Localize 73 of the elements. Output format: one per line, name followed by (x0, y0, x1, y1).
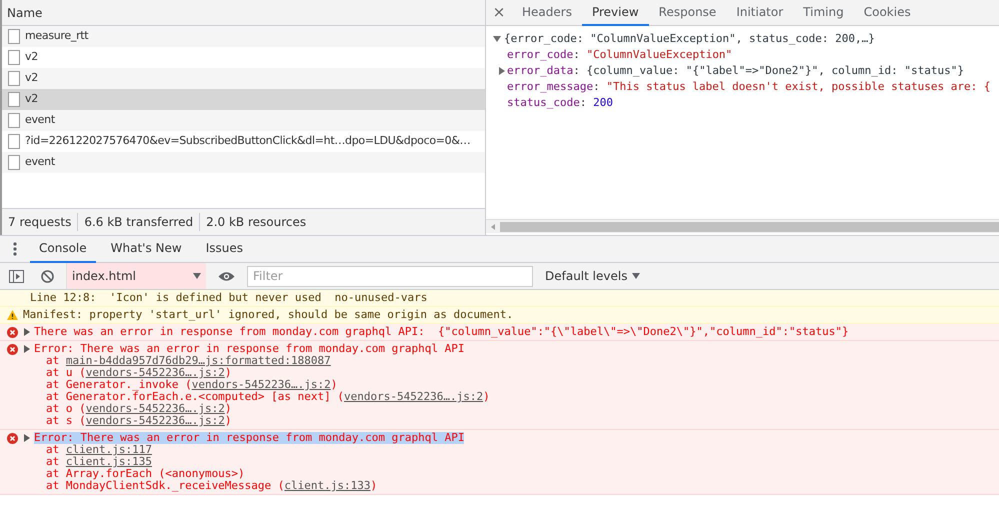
stack-frame: at main-b4dda957d76db29…js:formatted:188087 (23, 355, 490, 367)
horizontal-scrollbar[interactable] (486, 219, 999, 233)
console-message: There was an error in response from monday.com graphql API: {"column_value":"{\"label\"=>\"Done2\"}","column_id":"status"} (34, 326, 849, 338)
eye-icon[interactable] (218, 270, 235, 282)
more-menu-icon[interactable] (13, 242, 17, 256)
name-column-header[interactable]: Name (2, 0, 485, 26)
property-line: error_data: {column_value: "{"label"=>"Done2"}", column_id: "status"} (507, 63, 964, 79)
document-icon (8, 29, 20, 44)
drawer-tab[interactable]: Issues (196, 236, 252, 262)
source-link[interactable]: vendors-5452236….js:2 (86, 414, 225, 427)
sidebar-toggle-icon[interactable] (9, 270, 24, 282)
property-line: status_code: 200 (507, 95, 613, 111)
request-row[interactable]: event (2, 152, 485, 173)
drawer-tab[interactable]: What's New (102, 236, 191, 262)
context-dropdown[interactable]: index.html (66, 263, 206, 289)
request-row[interactable]: v2 (2, 68, 485, 89)
panel-tab[interactable]: Response (648, 0, 726, 26)
request-row[interactable]: v2 (2, 89, 485, 110)
close-button[interactable]: × (486, 5, 512, 20)
source-link[interactable]: client.js:133 (284, 479, 371, 492)
warning-icon (7, 310, 18, 320)
clear-icon[interactable] (41, 270, 54, 282)
panel-tab[interactable]: Cookies (854, 0, 921, 26)
stack-frame: at client.js:135 (23, 456, 464, 468)
request-row[interactable]: event (2, 110, 485, 131)
stack-frame: at Generator.forEach.e.<computed> [as next] (vendors-5452236….js:2) (23, 391, 490, 403)
console-message: Line 12:8: 'Icon' is defined but never used no-unused-vars (29, 292, 428, 304)
status-bar-text: 2.0 kB resources (199, 213, 312, 231)
error-icon (7, 433, 18, 444)
property-line: error_message: "This status label doesn't exist, possible statuses are: { (507, 79, 990, 95)
stack-frame: at s (vendors-5452236….js:2) (23, 415, 490, 427)
console-message: Error: There was an error in response from monday.com graphql API (34, 343, 464, 355)
stack-frame: at Generator._invoke (vendors-5452236….js:2) (23, 379, 490, 391)
collapsed-triangle-icon[interactable] (498, 67, 506, 75)
error-icon (7, 327, 18, 338)
caret-icon (632, 273, 640, 279)
console-message: Manifest: property 'start_url' ignored, should be same origin as document. (23, 309, 514, 321)
panel-tab[interactable]: Initiator (726, 0, 794, 26)
status-bar-text: 7 requests (7, 214, 72, 231)
collapsed-triangle-icon[interactable] (23, 434, 31, 442)
stack-frame: at MondayClientSdk._receiveMessage (client.js:133) (23, 480, 464, 492)
status-bar-text: 6.6 kB transferred (77, 213, 200, 231)
collapsed-triangle-icon[interactable] (23, 328, 31, 336)
caret-icon (193, 273, 201, 279)
console-message: Error: There was an error in response from monday.com graphql API (34, 432, 464, 444)
stack-frame: at o (vendors-5452236….js:2) (23, 403, 490, 415)
filter-input[interactable]: Filter (247, 266, 533, 286)
property-line: error_code: "ColumnValueException" (507, 47, 732, 63)
expanded-triangle-icon[interactable] (493, 35, 501, 43)
document-icon (8, 113, 20, 128)
source-link[interactable]: client.js:135 (66, 455, 152, 468)
collapsed-triangle-icon[interactable] (23, 345, 31, 353)
source-link[interactable]: main-b4dda957d76db29…js:formatted:188087 (66, 354, 331, 367)
document-icon (8, 92, 20, 107)
stack-frame: at Array.forEach (<anonymous>) (23, 468, 464, 480)
source-link[interactable]: vendors-5452236….js:2 (192, 378, 331, 391)
stack-frame: at u (vendors-5452236….js:2) (23, 367, 490, 379)
source-link[interactable]: vendors-5452236….js:2 (344, 390, 484, 403)
document-icon (8, 50, 20, 65)
panel-tab[interactable]: Headers (512, 0, 582, 26)
panel-tab[interactable]: Timing (793, 0, 854, 26)
error-icon (7, 344, 18, 355)
document-icon (8, 71, 20, 86)
source-link[interactable]: vendors-5452236….js:2 (86, 402, 225, 415)
object-summary: {error_code: "ColumnValueException", status_code: 200,…} (504, 31, 875, 47)
request-row[interactable]: measure_rtt (2, 26, 485, 47)
document-icon (8, 134, 20, 149)
source-link[interactable]: vendors-5452236….js:2 (86, 366, 225, 379)
stack-frame: at client.js:117 (23, 444, 464, 456)
levels-dropdown[interactable]: Default levels (541, 263, 644, 289)
panel-tab[interactable]: Preview (582, 0, 649, 26)
document-icon (8, 155, 20, 170)
source-link[interactable]: client.js:117 (66, 443, 152, 456)
